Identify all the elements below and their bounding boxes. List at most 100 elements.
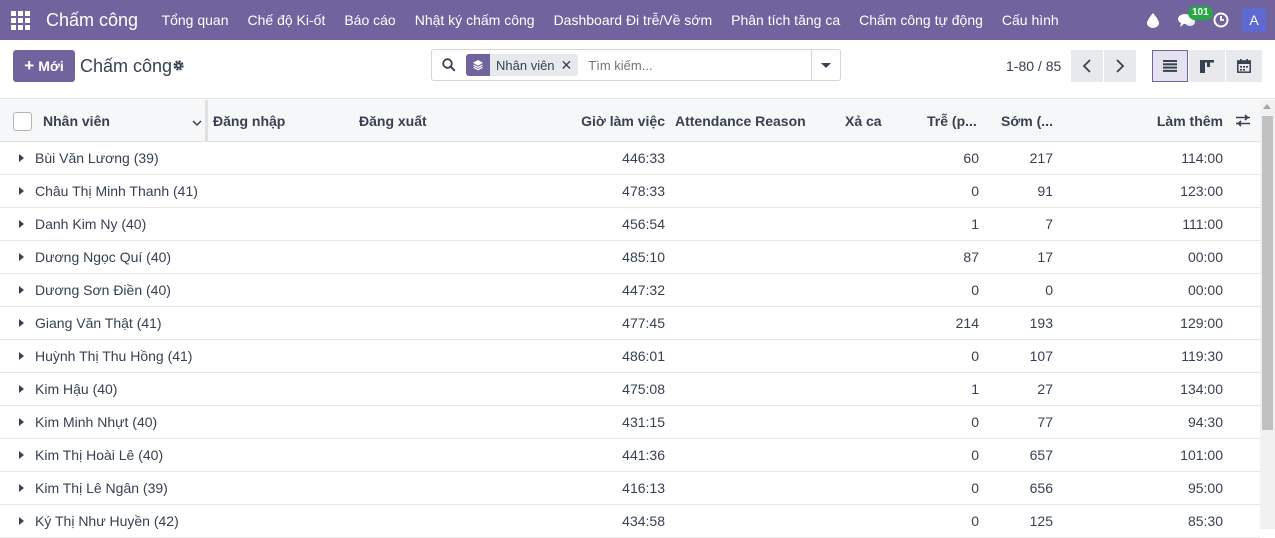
col-overtime[interactable]: Làm thêm — [1157, 113, 1223, 129]
table-row[interactable]: Giang Văn Thật (41) 477:45 214 193 129:00 — [0, 307, 1260, 340]
expand-caret-icon[interactable] — [19, 220, 24, 228]
table-row[interactable]: Kim Thị Lê Ngân (39) 416:13 0 656 95:00 — [0, 472, 1260, 505]
table-row[interactable]: Châu Thị Minh Thanh (41) 478:33 0 91 123:00 — [0, 175, 1260, 208]
messages-icon[interactable]: 101 — [1170, 0, 1213, 40]
group-by-layers-icon — [466, 54, 490, 76]
early-value: 17 — [1037, 249, 1053, 265]
late-value: 0 — [971, 348, 979, 364]
table-row[interactable]: Dương Sơn Điền (40) 447:32 0 0 00:00 — [0, 274, 1260, 307]
col-late[interactable]: Trễ (p... — [927, 113, 977, 129]
employee-group-name: Dương Sơn Điền (40) — [35, 282, 171, 298]
optional-columns-toggle-icon[interactable] — [1236, 114, 1250, 130]
pager-value[interactable]: 1-80 / 85 — [1006, 58, 1061, 74]
control-panel: + Mới Chấm công Nhân viên ✕ 1-80 / 85 — [0, 40, 1275, 99]
expand-caret-icon[interactable] — [19, 187, 24, 195]
plus-icon: + — [24, 56, 35, 75]
search-facet: Nhân viên ✕ — [466, 54, 579, 76]
menu-item-late-early-dashboard[interactable]: Dashboard Đi trễ/Về sớm — [544, 12, 722, 28]
menu-item-auto-attendance[interactable]: Chấm công tự động — [850, 12, 993, 28]
table-row[interactable]: Kim Thị Hoài Lê (40) 441:36 0 657 101:00 — [0, 439, 1260, 472]
late-value: 87 — [963, 249, 979, 265]
expand-caret-icon[interactable] — [19, 253, 24, 261]
employee-group-name: Danh Kim Ny (40) — [35, 216, 147, 232]
table-row[interactable]: Bùi Văn Lương (39) 446:33 60 217 114:00 — [0, 142, 1260, 175]
apps-menu-icon[interactable] — [0, 0, 40, 40]
employee-group-name: Kim Hậu (40) — [35, 381, 118, 397]
early-value: 125 — [1029, 513, 1053, 529]
early-value: 193 — [1029, 315, 1053, 331]
early-value: 27 — [1037, 381, 1053, 397]
table-row[interactable]: Dương Ngọc Quí (40) 485:10 87 17 00:00 — [0, 241, 1260, 274]
chevron-down-icon[interactable] — [192, 114, 202, 130]
menu-item-overtime-analysis[interactable]: Phân tích tăng ca — [722, 12, 850, 28]
app-brand[interactable]: Chấm công — [46, 10, 138, 31]
col-employee[interactable]: Nhân viên — [43, 113, 110, 129]
gear-icon[interactable] — [172, 59, 185, 75]
main-menu: Tổng quan Chế độ Ki-ốt Báo cáo Nhật ký c… — [152, 12, 1068, 28]
expand-caret-icon[interactable] — [19, 385, 24, 393]
search-icon[interactable] — [432, 58, 466, 72]
table-row[interactable]: Kim Hậu (40) 475:08 1 27 134:00 — [0, 373, 1260, 406]
expand-caret-icon[interactable] — [19, 418, 24, 426]
menu-item-configuration[interactable]: Cấu hình — [992, 12, 1068, 28]
worked-hours-value: 456:54 — [622, 216, 665, 232]
remove-facet-icon[interactable]: ✕ — [561, 57, 579, 74]
page-title: Chấm công — [80, 56, 173, 76]
expand-caret-icon[interactable] — [19, 451, 24, 459]
overtime-value: 134:00 — [1180, 381, 1223, 397]
col-check-in[interactable]: Đăng nhập — [213, 113, 285, 129]
early-value: 7 — [1045, 216, 1053, 232]
overtime-value: 123:00 — [1180, 183, 1223, 199]
expand-caret-icon[interactable] — [19, 352, 24, 360]
navbar-systray: 101 A — [1136, 0, 1275, 40]
col-check-out[interactable]: Đăng xuất — [359, 113, 427, 129]
employee-group-name: Huỳnh Thị Thu Hồng (41) — [35, 348, 193, 364]
expand-caret-icon[interactable] — [19, 286, 24, 294]
activity-clock-icon[interactable] — [1204, 0, 1238, 40]
table-header: Nhân viên Đăng nhập Đăng xuất Giờ làm vi… — [0, 100, 1260, 142]
col-early[interactable]: Sớm (... — [1001, 113, 1053, 129]
table-body: Bùi Văn Lương (39) 446:33 60 217 114:00 Châu … — [0, 142, 1260, 538]
expand-caret-icon[interactable] — [19, 484, 24, 492]
pager-previous-button[interactable] — [1071, 50, 1103, 82]
drop-icon[interactable] — [1136, 0, 1170, 40]
worked-hours-value: 477:45 — [622, 315, 665, 331]
calendar-icon — [1237, 59, 1251, 73]
expand-caret-icon[interactable] — [19, 154, 24, 162]
table-row[interactable]: Kim Minh Nhựt (40) 431:15 0 77 94:30 — [0, 406, 1260, 439]
menu-item-attendance-log[interactable]: Nhật ký chấm công — [405, 12, 544, 28]
attendance-list: Nhân viên Đăng nhập Đăng xuất Giờ làm vi… — [0, 100, 1260, 538]
employee-group-name: Kim Thị Hoài Lê (40) — [35, 447, 164, 463]
expand-caret-icon[interactable] — [19, 517, 24, 525]
list-view-button[interactable] — [1152, 50, 1188, 82]
scroll-up-arrow-icon[interactable] — [1263, 104, 1271, 109]
scrollbar-thumb[interactable] — [1262, 116, 1273, 430]
kanban-view-button[interactable] — [1189, 50, 1225, 82]
worked-hours-value: 416:13 — [622, 480, 665, 496]
caret-down-icon — [821, 62, 831, 68]
col-worked-hours[interactable]: Giờ làm việc — [581, 113, 665, 129]
menu-item-kiosk[interactable]: Chế độ Ki-ốt — [238, 12, 335, 28]
search-options-toggle[interactable] — [811, 50, 840, 80]
new-button[interactable]: + Mới — [13, 50, 75, 82]
menu-item-overview[interactable]: Tổng quan — [152, 12, 238, 28]
menu-item-reports[interactable]: Báo cáo — [335, 12, 405, 28]
table-row[interactable]: Ký Thị Như Huyền (42) 434:58 0 125 85:30 — [0, 505, 1260, 538]
col-break[interactable]: Xả ca — [845, 113, 882, 129]
early-value: 0 — [1045, 282, 1053, 298]
user-avatar[interactable]: A — [1242, 8, 1266, 32]
vertical-scrollbar[interactable] — [1260, 100, 1275, 529]
col-attendance-reason[interactable]: Attendance Reason — [675, 113, 806, 129]
overtime-value: 95:00 — [1187, 480, 1223, 496]
late-value: 0 — [971, 414, 979, 430]
expand-caret-icon[interactable] — [19, 319, 24, 327]
table-row[interactable]: Huỳnh Thị Thu Hồng (41) 486:01 0 107 119:30 — [0, 340, 1260, 373]
select-all-checkbox[interactable] — [13, 112, 32, 131]
pager-next-button[interactable] — [1104, 50, 1136, 82]
column-resize-handle[interactable] — [205, 100, 208, 141]
employee-group-name: Kim Thị Lê Ngân (39) — [35, 480, 168, 496]
table-row[interactable]: Danh Kim Ny (40) 456:54 1 7 111:00 — [0, 208, 1260, 241]
early-value: 107 — [1029, 348, 1053, 364]
calendar-view-button[interactable] — [1226, 50, 1262, 82]
search-input[interactable] — [586, 56, 791, 74]
